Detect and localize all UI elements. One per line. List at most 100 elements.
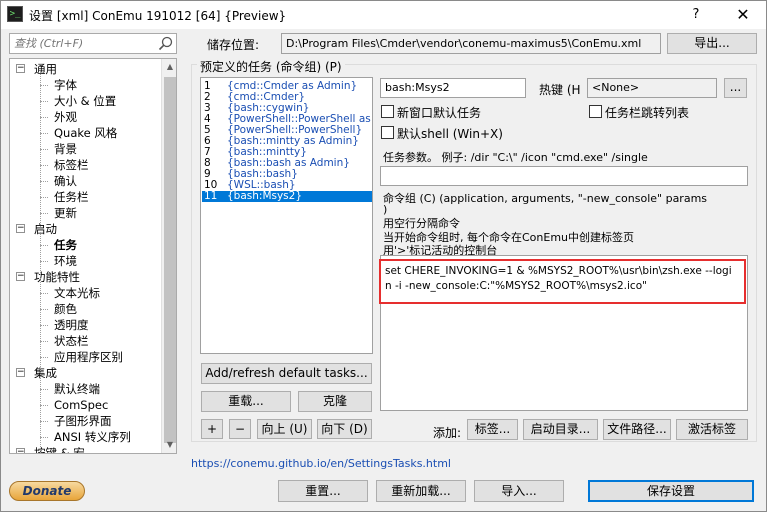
default-shell-label: 默认shell (Win+X): [397, 127, 503, 141]
tree-item[interactable]: 背景: [54, 141, 77, 157]
tree-item[interactable]: 文本光标: [54, 285, 100, 301]
donate-button[interactable]: Donate: [9, 481, 85, 501]
default-shell-checkbox[interactable]: [381, 126, 394, 139]
settings-tasks-help-link[interactable]: https://conemu.github.io/en/SettingsTask…: [191, 457, 451, 470]
tree-connector: [40, 421, 48, 422]
conemu-app-icon: >_: [7, 6, 23, 22]
tree-connector: [40, 357, 48, 358]
tree-item[interactable]: 环境: [54, 253, 77, 269]
tree-item[interactable]: 更新: [54, 205, 77, 221]
tree-connector: [40, 149, 48, 150]
tree-item[interactable]: 应用程序区别: [54, 349, 123, 365]
tree-item[interactable]: 标签栏: [54, 157, 89, 173]
search-box[interactable]: [9, 33, 177, 54]
storage-path-field[interactable]: D:\Program Files\Cmder\vendor\conemu-max…: [281, 33, 661, 54]
add-refresh-default-tasks-button[interactable]: Add/refresh default tasks...: [201, 363, 372, 384]
tree-item[interactable]: 透明度: [54, 317, 89, 333]
tree-connector: [40, 181, 48, 182]
add-startup-dir-button[interactable]: 启动目录...: [523, 419, 598, 440]
add-activate-tab-button[interactable]: 激活标签: [676, 419, 748, 440]
search-icon[interactable]: [157, 35, 174, 52]
task-params-label: 任务参数。 例子: /dir "C:\" /icon "cmd.exe" /si…: [383, 151, 648, 164]
tree-item[interactable]: 颜色: [54, 301, 77, 317]
move-down-button[interactable]: 向下 (D): [317, 419, 372, 439]
tree-connector: [40, 309, 48, 310]
add-label: 添加:: [433, 426, 462, 440]
add-tab-button[interactable]: 标签...: [467, 419, 518, 440]
tree-toggle-icon[interactable]: −: [16, 448, 25, 453]
tasks-group-title: 预定义的任务 (命令组) (P): [197, 58, 345, 75]
new-window-default-label: 新窗口默认任务: [397, 106, 482, 120]
commands-label: 命令组 (C) (application, arguments, "-new_c…: [383, 192, 708, 205]
search-input[interactable]: [10, 34, 150, 53]
tree-connector: [40, 133, 48, 134]
tree-connector: [40, 213, 48, 214]
tree-item[interactable]: 状态栏: [54, 333, 89, 349]
tree-item[interactable]: 外观: [54, 109, 77, 125]
save-settings-button[interactable]: 保存设置: [588, 480, 754, 502]
scroll-up-arrow-icon[interactable]: ▲: [162, 59, 176, 75]
tree-connector: [40, 389, 48, 390]
export-button[interactable]: 导出...: [667, 33, 757, 54]
remove-task-button[interactable]: −: [229, 419, 251, 439]
tree-item[interactable]: ComSpec: [54, 397, 108, 413]
settings-window: >_ 设置 [xml] ConEmu 191012 [64] {Preview}…: [0, 0, 767, 512]
task-name: {bash:Msys2}: [227, 190, 303, 202]
import-button[interactable]: 导入...: [474, 480, 564, 502]
tree-toggle-icon[interactable]: −: [16, 224, 25, 233]
tree-item[interactable]: 启动: [34, 221, 57, 237]
tree-connector: [40, 293, 48, 294]
reload-tasks-button[interactable]: 重载...: [201, 391, 291, 412]
task-list-item[interactable]: 11 {bash:Msys2}: [202, 190, 372, 202]
title-bar[interactable]: >_ 设置 [xml] ConEmu 191012 [64] {Preview}…: [1, 1, 766, 29]
tree-item[interactable]: Quake 风格: [54, 125, 117, 141]
tree-item[interactable]: 集成: [34, 365, 57, 381]
tree-item[interactable]: ANSI 转义序列: [54, 429, 131, 445]
hotkey-field[interactable]: <None>: [587, 78, 717, 98]
tree-scrollbar[interactable]: ▲ ▼: [161, 59, 176, 453]
reset-button[interactable]: 重置...: [278, 480, 368, 502]
tree-item[interactable]: 字体: [54, 77, 77, 93]
tree-connector: [40, 197, 48, 198]
tree-toggle-icon[interactable]: −: [16, 368, 25, 377]
tree-item[interactable]: 确认: [54, 173, 77, 189]
tree-connector: [40, 101, 48, 102]
reload-settings-button[interactable]: 重新加载...: [376, 480, 466, 502]
task-name-input[interactable]: bash:Msys2: [380, 78, 526, 98]
scroll-down-arrow-icon[interactable]: ▼: [162, 437, 176, 453]
add-task-button[interactable]: +: [201, 419, 223, 439]
move-up-button[interactable]: 向上 (U): [257, 419, 312, 439]
tree-connector: [40, 165, 48, 166]
tree-toggle-icon[interactable]: −: [16, 272, 25, 281]
tree-item[interactable]: 任务栏: [54, 189, 89, 205]
tree-connector: [40, 85, 48, 86]
hotkey-choose-button[interactable]: ...: [724, 78, 747, 98]
help-button[interactable]: ?: [673, 1, 719, 29]
tree-connector: [40, 437, 48, 438]
taskbar-jump-label: 任务栏跳转列表: [605, 106, 690, 120]
window-title: 设置 [xml] ConEmu 191012 [64] {Preview}: [29, 9, 287, 23]
hotkey-label: 热键 (H: [539, 83, 581, 97]
tree-item[interactable]: 子图形界面: [54, 413, 112, 429]
tree-connector-vertical: [40, 71, 41, 453]
close-button[interactable]: ✕: [720, 1, 766, 29]
add-file-path-button[interactable]: 文件路径...: [603, 419, 671, 440]
tree-toggle-icon[interactable]: −: [16, 64, 25, 73]
tree-connector: [40, 405, 48, 406]
task-params-input[interactable]: [380, 166, 748, 186]
new-window-default-checkbox[interactable]: [381, 105, 394, 118]
tree-item[interactable]: 任务: [54, 237, 77, 253]
taskbar-jump-checkbox[interactable]: [589, 105, 602, 118]
clone-task-button[interactable]: 克隆: [298, 391, 372, 412]
settings-tree: − 通用 字体 大小 & 位置 外观 Quake 风格 背景 标签栏 确认 任务栏 更新 − 启动 任务环…: [9, 58, 177, 454]
scroll-thumb[interactable]: [164, 77, 176, 443]
tree-item[interactable]: 按键 & 宏: [34, 445, 85, 453]
tree-item[interactable]: 默认终端: [54, 381, 100, 397]
tree-connector: [40, 325, 48, 326]
tree-item[interactable]: 通用: [34, 61, 57, 77]
tree-connector: [40, 117, 48, 118]
task-list[interactable]: 1 {cmd::Cmder as Admin} 2 {cmd::Cmder} 3 {bas…: [200, 77, 373, 354]
tree-item[interactable]: 大小 & 位置: [54, 93, 116, 109]
storage-label: 储存位置:: [207, 38, 260, 52]
tree-connector: [40, 245, 48, 246]
